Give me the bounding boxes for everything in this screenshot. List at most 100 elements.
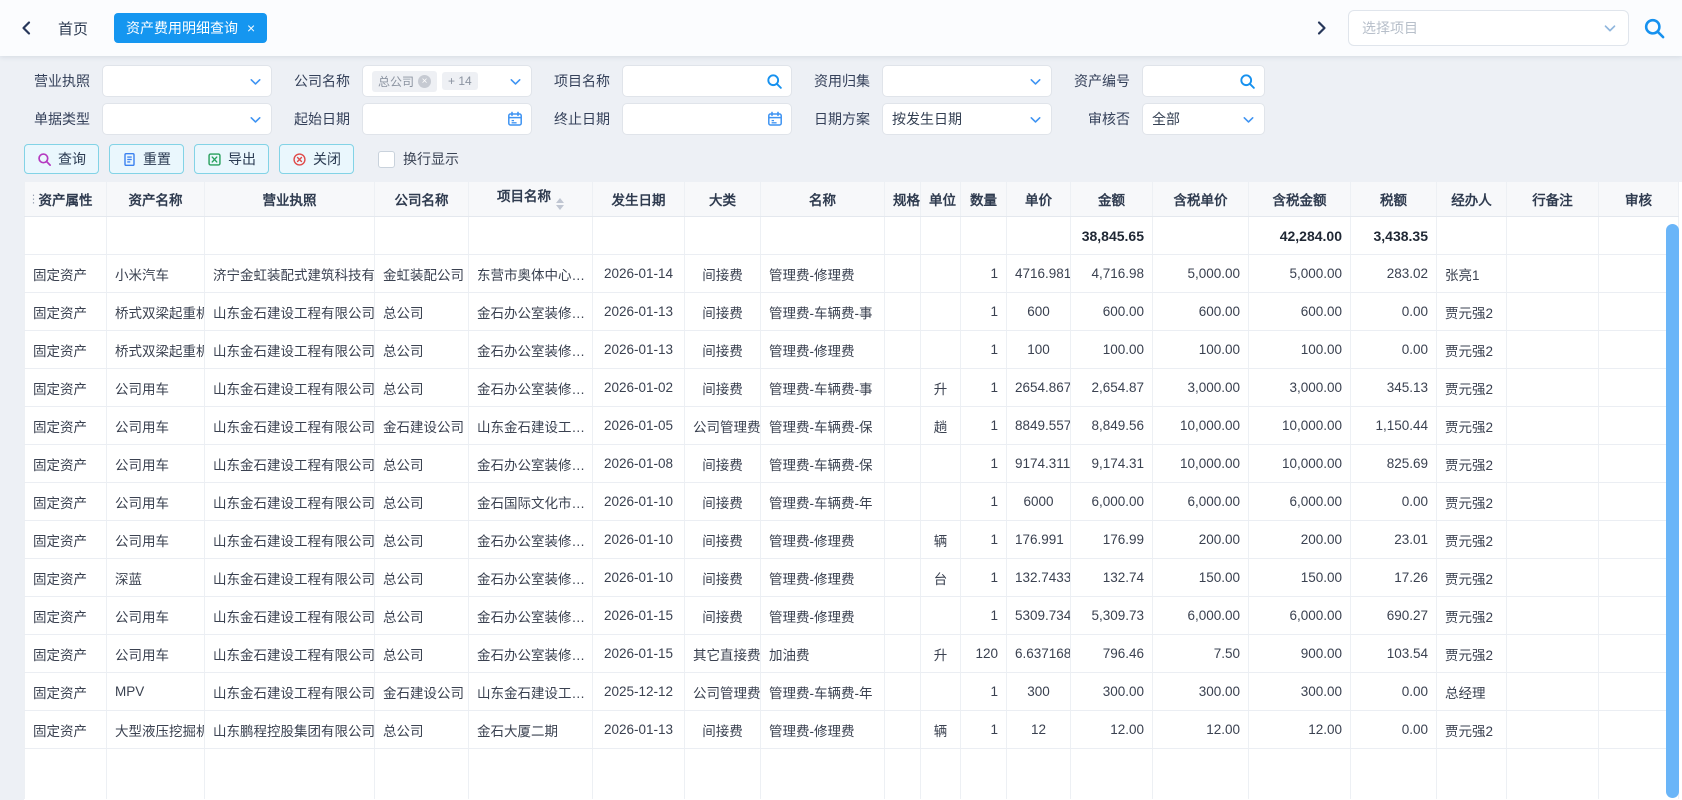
cell-spec (885, 521, 921, 559)
cell-license: 山东金石建设工程有限公司 (205, 369, 375, 407)
chevron-down-icon (1241, 112, 1256, 127)
cell-attr: 固定资产 (25, 521, 107, 559)
close-button[interactable]: 关闭 (279, 144, 354, 174)
cell-price: 100 (1007, 331, 1071, 369)
table-row[interactable]: 固定资产公司用车山东金石建设工程有限公司总公司金石办公室装修…2026-01-0… (25, 369, 1679, 407)
cell-date: 2026-01-15 (593, 635, 685, 673)
cell-company: 总公司 (375, 559, 469, 597)
filter-search-input[interactable] (622, 65, 792, 97)
cell-tax_amount (1249, 749, 1351, 800)
table-row[interactable]: 固定资产公司用车山东金石建设工程有限公司总公司金石办公室装修…2026-01-0… (25, 445, 1679, 483)
cell-category: 间接费 (685, 711, 761, 749)
cell-qty: 1 (961, 597, 1007, 635)
cell-tax_amount: 6,000.00 (1249, 597, 1351, 635)
filter-group: 起始日期 (280, 103, 532, 135)
column-header-project[interactable]: 项目名称 (469, 182, 593, 217)
chevron-down-icon (248, 74, 263, 89)
topbar: 首页 资产费用明细查询 × 选择项目 (0, 0, 1682, 56)
cell-category: 间接费 (685, 293, 761, 331)
cell-project: 山东金石建设工… (469, 673, 593, 711)
cell-tax: 690.27 (1351, 597, 1437, 635)
filter-row-1: 营业执照公司名称总公司×+ 14项目名称资用归集资产编号 (20, 62, 1682, 100)
table-row[interactable]: 固定资产桥式双梁起重机山东金石建设工程有限公司总公司金石办公室装修…2026-0… (25, 331, 1679, 369)
table-row[interactable]: 固定资产大型液压挖掘机山东鹏程控股集团有限公司总公司金石大厦二期2026-01-… (25, 711, 1679, 749)
cell-name: 公司用车 (107, 445, 205, 483)
cell-amount: 300.00 (1071, 673, 1153, 711)
tag-remove-icon[interactable]: × (418, 75, 431, 88)
cell-price: 300 (1007, 673, 1071, 711)
tabs-scroll-right-button[interactable] (1310, 17, 1332, 39)
column-header-label: 经办人 (1451, 193, 1492, 208)
table-row[interactable]: 固定资产公司用车山东金石建设工程有限公司金石建设公司山东金石建设工…2026-0… (25, 407, 1679, 445)
wrap-lines-checkbox[interactable] (378, 151, 395, 168)
cell-category: 间接费 (685, 521, 761, 559)
cell-company: 总公司 (375, 635, 469, 673)
table-row[interactable]: 固定资产公司用车山东金石建设工程有限公司总公司金石国际文化市…2026-01-1… (25, 483, 1679, 521)
table-row[interactable]: 固定资产桥式双梁起重机山东金石建设工程有限公司总公司金石办公室装修…2026-0… (25, 293, 1679, 331)
cell-date (593, 749, 685, 800)
table-row[interactable]: 固定资产小米汽车济宁金虹装配式建筑科技有金虹装配公司东营市奥体中心…2026-0… (25, 255, 1679, 293)
chevron-down-icon (248, 112, 263, 127)
cell-tax: 345.13 (1351, 369, 1437, 407)
table-row[interactable]: 固定资产公司用车山东金石建设工程有限公司总公司金石办公室装修…2026-01-1… (25, 521, 1679, 559)
cell-expense: 管理费-修理费 (761, 711, 885, 749)
cell-unit: 升 (921, 369, 961, 407)
column-header-label: 规格 (893, 193, 920, 208)
tab-active-label: 资产费用明细查询 (126, 18, 238, 38)
filter-select[interactable]: 总公司×+ 14 (362, 65, 532, 97)
cell-license: 山东金石建设工程有限公司 (205, 673, 375, 711)
tabs-scroll-left-button[interactable] (16, 17, 38, 39)
cell-price: 9174.311 (1007, 445, 1071, 483)
cell-note (1507, 673, 1599, 711)
query-button[interactable]: 查询 (24, 144, 99, 174)
cell-date: 2025-12-12 (593, 673, 685, 711)
export-button[interactable]: 导出 (194, 144, 269, 174)
tab-home[interactable]: 首页 (58, 18, 88, 39)
reset-button-label: 重置 (143, 149, 171, 169)
column-header-name: 资产名称 (107, 182, 205, 217)
global-search-button[interactable] (1643, 17, 1666, 40)
excel-icon (207, 152, 222, 167)
table-row[interactable]: 固定资产公司用车山东金石建设工程有限公司总公司金石办公室装修…2026-01-1… (25, 597, 1679, 635)
table-row[interactable]: 固定资产公司用车山东金石建设工程有限公司总公司金石办公室装修…2026-01-1… (25, 635, 1679, 673)
cell-qty (961, 217, 1007, 255)
reset-button[interactable]: 重置 (109, 144, 184, 174)
filter-label: 资产编号 (1060, 71, 1130, 91)
project-select[interactable]: 选择项目 (1348, 10, 1629, 46)
cell-unit (921, 217, 961, 255)
cell-tax: 0.00 (1351, 293, 1437, 331)
filter-select[interactable] (882, 65, 1052, 97)
column-header-amount: 金额 (1071, 182, 1153, 217)
cell-handler: 贾元强2 (1437, 521, 1507, 559)
cell-spec (885, 331, 921, 369)
cell-project: 金石办公室装修… (469, 559, 593, 597)
tab-asset-expense-query[interactable]: 资产费用明细查询 × (114, 13, 267, 43)
filter-date-input[interactable] (362, 103, 532, 135)
cell-price: 4716.981 (1007, 255, 1071, 293)
table-row[interactable]: 固定资产深蓝山东金石建设工程有限公司总公司金石办公室装修…2026-01-10间… (25, 559, 1679, 597)
drag-handle-icon[interactable]: ⋮⋮ (28, 193, 46, 206)
cell-project: 金石办公室装修… (469, 293, 593, 331)
cell-project: 东营市奥体中心… (469, 255, 593, 293)
filter-group: 审核否全部 (1060, 103, 1312, 135)
cell-date (593, 217, 685, 255)
vertical-scrollbar-thumb[interactable] (1666, 224, 1679, 798)
filter-date-input[interactable] (622, 103, 792, 135)
filter-select[interactable] (102, 65, 272, 97)
tab-close-icon[interactable]: × (247, 21, 255, 35)
column-header-company: 公司名称 (375, 182, 469, 217)
cell-attr: 固定资产 (25, 407, 107, 445)
column-header-expense: 名称 (761, 182, 885, 217)
cell-category: 公司管理费 (685, 407, 761, 445)
filter-select[interactable] (102, 103, 272, 135)
column-header-label: 资产名称 (129, 193, 183, 208)
cell-license: 山东金石建设工程有限公司 (205, 597, 375, 635)
filter-select[interactable]: 按发生日期 (882, 103, 1052, 135)
sort-icon[interactable] (556, 194, 564, 214)
table-row[interactable]: 固定资产MPV山东金石建设工程有限公司金石建设公司山东金石建设工…2025-12… (25, 673, 1679, 711)
cell-note (1507, 445, 1599, 483)
filter-search-input[interactable] (1142, 65, 1265, 97)
cell-project: 金石办公室装修… (469, 635, 593, 673)
filter-select[interactable]: 全部 (1142, 103, 1265, 135)
column-header-label: 单位 (929, 193, 956, 208)
